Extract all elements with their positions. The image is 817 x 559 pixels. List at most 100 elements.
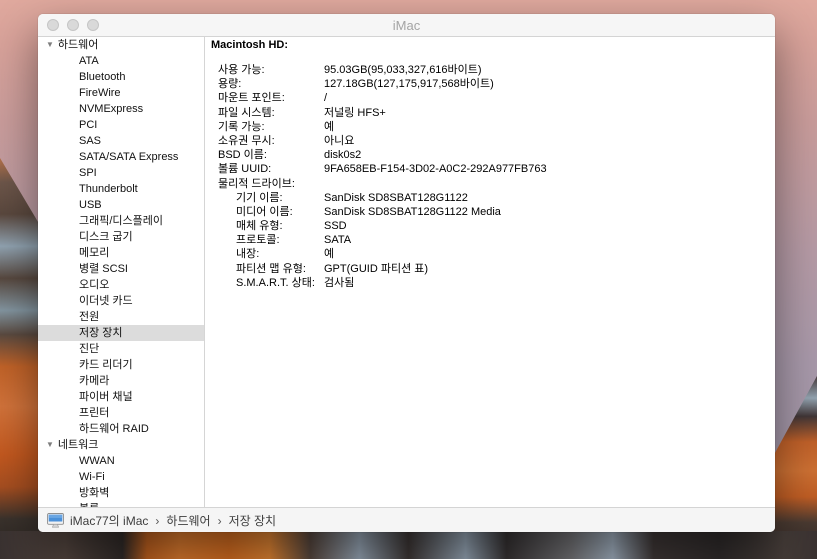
sidebar-item[interactable]: 오디오 [38,277,204,293]
breadcrumb-separator: › [218,514,222,528]
sidebar-item[interactable]: WWAN [38,453,204,469]
sidebar-section-label: 하드웨어 [58,39,98,51]
sidebar-item[interactable]: Bluetooth [38,69,204,85]
detail-row: 프로토콜: SATA [205,233,775,247]
minimize-button[interactable] [67,19,79,31]
detail-row: 용량:127.18GB(127,175,917,568바이트) [205,77,775,91]
detail-label: 소유권 무시: [218,135,275,147]
detail-label: BSD 이름: [218,149,267,161]
detail-label: S.M.A.R.T. 상태: [236,277,315,289]
sidebar-item[interactable]: 카드 리더기 [38,357,204,373]
detail-label: 파일 시스템: [218,107,275,119]
breadcrumb-item: iMac77의 iMac [70,514,148,528]
sidebar-item[interactable]: Thunderbolt [38,181,204,197]
detail-label: 매체 유형: [236,220,283,232]
detail-row: 미디어 이름: SanDisk SD8SBAT128G1122 Media [205,205,775,219]
sidebar-item[interactable]: SAS [38,133,204,149]
detail-row: 파티션 맵 유형: GPT(GUID 파티션 표) [205,262,775,276]
detail-row: 소유권 무시: 아니요 [205,134,775,148]
system-information-window: iMac ▼ 하드웨어 ATABluetoothFireWireNVMExpress… [38,14,775,532]
detail-value: 예 [324,247,334,261]
detail-row: 물리적 드라이브: [205,177,775,191]
detail-row: 사용 가능: 95.03GB(95,033,327,616바이트) [205,63,775,77]
sidebar-section-header[interactable]: ▼ 하드웨어 [38,37,204,53]
sidebar-item[interactable]: 카메라 [38,373,204,389]
sidebar-section-label: 네트워크 [58,439,98,451]
sidebar-item[interactable]: PCI [38,117,204,133]
breadcrumb-item: 저장 장치 [229,514,277,528]
volume-title: Macintosh HD: [205,37,775,53]
detail-label: 내장: [236,248,259,260]
detail-row: 내장: 예 [205,247,775,261]
sidebar-item[interactable]: 전원 [38,309,204,325]
detail-row: S.M.A.R.T. 상태:검사됨 [205,276,775,290]
detail-label: 물리적 드라이브: [218,178,295,190]
detail-row: 파일 시스템: 저널링 HFS+ [205,106,775,120]
statusbar: iMac77의 iMac › 하드웨어 › 저장 장치 [38,507,775,532]
traffic-lights [47,19,99,31]
detail-row: 매체 유형: SSD [205,219,775,233]
detail-rows: 사용 가능: 95.03GB(95,033,327,616바이트)용량:127.1… [205,63,775,290]
sidebar: ▼하드웨어ATABluetoothFireWireNVMExpressPCISA… [38,37,205,507]
sidebar-item[interactable]: 메모리 [38,245,204,261]
detail-row: 마운트 포인트: / [205,91,775,105]
sidebar-item[interactable]: 하드웨어 RAID [38,421,204,437]
detail-value: SATA [324,233,351,247]
detail-value: SSD [324,219,347,233]
detail-value: SanDisk SD8SBAT128G1122 [324,191,468,205]
close-button[interactable] [47,19,59,31]
sidebar-item[interactable]: 진단 [38,341,204,357]
window-title: iMac [393,18,420,33]
sidebar-item[interactable]: 디스크 굽기 [38,229,204,245]
breadcrumb: iMac77의 iMac › 하드웨어 › 저장 장치 [70,512,276,529]
window-content: ▼하드웨어ATABluetoothFireWireNVMExpressPCISA… [38,37,775,507]
breadcrumb-item: 하드웨어 [166,514,210,528]
detail-label: 기기 이름: [236,192,283,204]
detail-value: 저널링 HFS+ [324,106,386,120]
disclosure-triangle-icon[interactable]: ▼ [46,437,54,453]
detail-row: 볼륨 UUID: 9FA658EB-F154-3D02-A0C2-292A977F… [205,162,775,176]
detail-label: 사용 가능: [218,64,265,76]
sidebar-section-header[interactable]: ▼ 네트워크 [38,437,204,453]
detail-label: 기록 가능: [218,121,265,133]
detail-value: 예 [324,120,334,134]
detail-label: 미디어 이름: [236,206,293,218]
detail-value: GPT(GUID 파티션 표) [324,262,428,276]
detail-row: 기기 이름: SanDisk SD8SBAT128G1122 [205,191,775,205]
imac-icon [47,513,64,528]
detail-label: 프로토콜: [236,234,280,246]
sidebar-item[interactable]: 파이버 채널 [38,389,204,405]
sidebar-item[interactable]: 병렬 SCSI [38,261,204,277]
disclosure-triangle-icon[interactable]: ▼ [46,37,54,53]
detail-value: / [324,91,327,105]
sidebar-item[interactable]: ATA [38,53,204,69]
detail-value: disk0s2 [324,148,361,162]
sidebar-item[interactable]: 프린터 [38,405,204,421]
sidebar-item[interactable]: SATA/SATA Express [38,149,204,165]
detail-row: BSD 이름: disk0s2 [205,148,775,162]
sidebar-item[interactable]: 방화벽 [38,485,204,501]
breadcrumb-separator: › [155,514,159,528]
sidebar-item[interactable]: SPI [38,165,204,181]
detail-row: 기록 가능: 예 [205,120,775,134]
detail-value: SanDisk SD8SBAT128G1122 Media [324,205,501,219]
zoom-button[interactable] [87,19,99,31]
sidebar-item[interactable]: NVMExpress [38,101,204,117]
detail-pane: Macintosh HD: 사용 가능: 95.03GB(95,033,327,6… [205,37,775,507]
detail-label: 볼륨 UUID: [218,163,271,175]
detail-label: 파티션 맵 유형: [236,263,306,275]
detail-value: 95.03GB(95,033,327,616바이트) [324,63,482,77]
sidebar-list: ▼하드웨어ATABluetoothFireWireNVMExpressPCISA… [38,37,204,507]
detail-label: 마운트 포인트: [218,92,285,104]
detail-value: 아니요 [324,134,354,148]
titlebar[interactable]: iMac [38,14,775,37]
detail-value: 9FA658EB-F154-3D02-A0C2-292A977FB763 [324,162,547,176]
sidebar-item[interactable]: Wi-Fi [38,469,204,485]
sidebar-item[interactable]: 이더넷 카드 [38,293,204,309]
detail-label: 용량: [218,78,241,90]
sidebar-item[interactable]: FireWire [38,85,204,101]
wallpaper-mountain-bottom [0,531,817,559]
sidebar-item[interactable]: 그래픽/디스플레이 [38,213,204,229]
sidebar-item[interactable]: 저장 장치 [38,325,204,341]
sidebar-item[interactable]: USB [38,197,204,213]
